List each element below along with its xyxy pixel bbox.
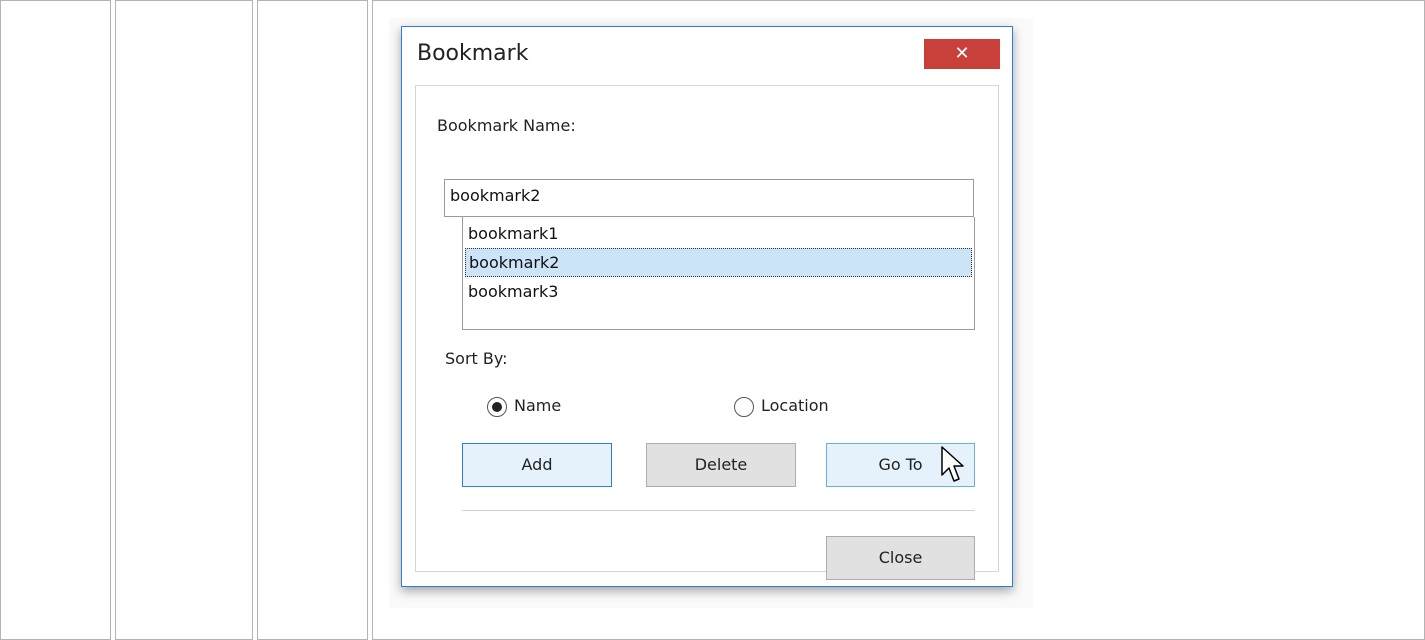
bookmark-name-label: Bookmark Name: [437,116,576,135]
divider [462,510,975,511]
bookmark-name-input[interactable]: bookmark2 [444,179,974,217]
close-icon[interactable]: ✕ [924,39,1000,69]
list-item-selected[interactable]: bookmark2 [465,248,972,277]
table-cell-1 [0,0,111,640]
radio-sort-location-label[interactable]: Location [761,396,829,415]
table-cell-2 [115,0,253,640]
add-button[interactable]: Add [462,443,612,487]
bookmark-dialog: Bookmark ✕ Bookmark Name: bookmark2 book… [401,26,1013,587]
bookmark-list[interactable]: bookmark1 bookmark2 bookmark3 [462,217,975,330]
list-item[interactable]: bookmark3 [465,277,972,306]
delete-button[interactable]: Delete [646,443,796,487]
radio-sort-name[interactable] [487,397,507,417]
close-button[interactable]: Close [826,536,975,580]
dialog-title: Bookmark [417,41,529,66]
arrow-pointer-icon [941,446,964,482]
list-item[interactable]: bookmark1 [465,219,972,248]
sort-by-label: Sort By: [445,349,508,368]
table-cell-3 [257,0,368,640]
radio-sort-name-label[interactable]: Name [514,396,561,415]
radio-sort-location[interactable] [734,397,754,417]
dialog-content: Bookmark Name: bookmark2 bookmark1 bookm… [415,85,999,580]
